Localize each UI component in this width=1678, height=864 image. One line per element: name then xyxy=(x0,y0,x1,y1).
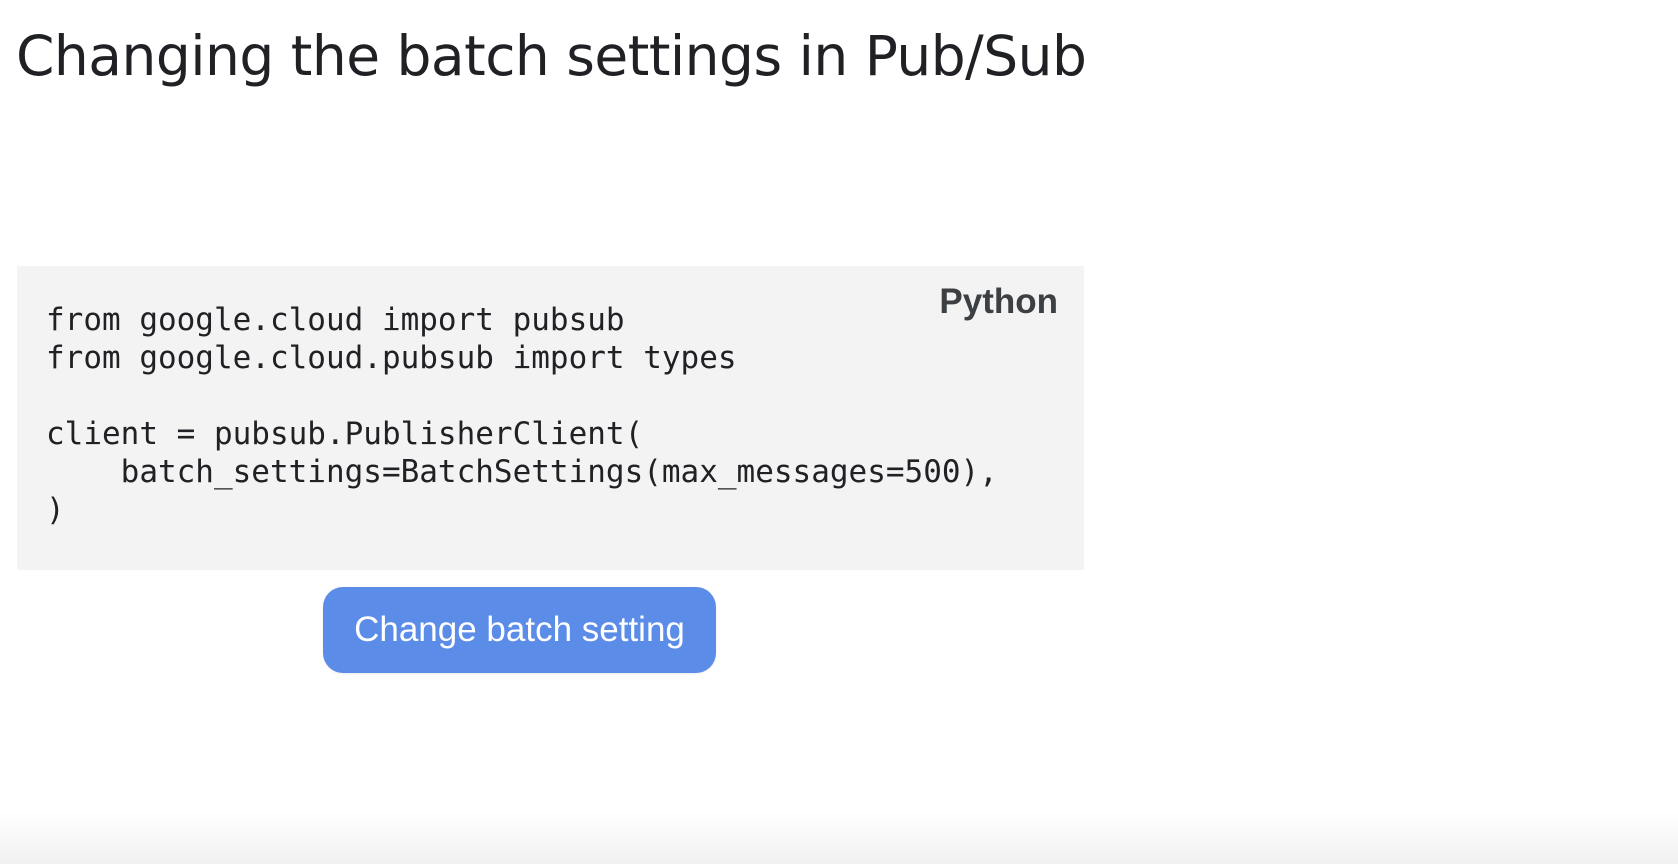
change-batch-setting-button[interactable]: Change batch setting xyxy=(323,587,716,673)
slide-title: Changing the batch settings in Pub/Sub xyxy=(16,24,1087,88)
code-line: from google.cloud import pubsub xyxy=(46,302,625,338)
code-line: from google.cloud.pubsub import types xyxy=(46,340,737,376)
code-card: Python from google.cloud import pubsub fr… xyxy=(17,266,1084,570)
code-block: from google.cloud import pubsub from goog… xyxy=(46,301,998,529)
code-line: ) xyxy=(46,492,65,528)
slide: Changing the batch settings in Pub/Sub P… xyxy=(0,0,1678,864)
code-line: batch_settings=BatchSettings(max_message… xyxy=(46,454,998,490)
code-line: client = pubsub.PublisherClient( xyxy=(46,416,644,452)
